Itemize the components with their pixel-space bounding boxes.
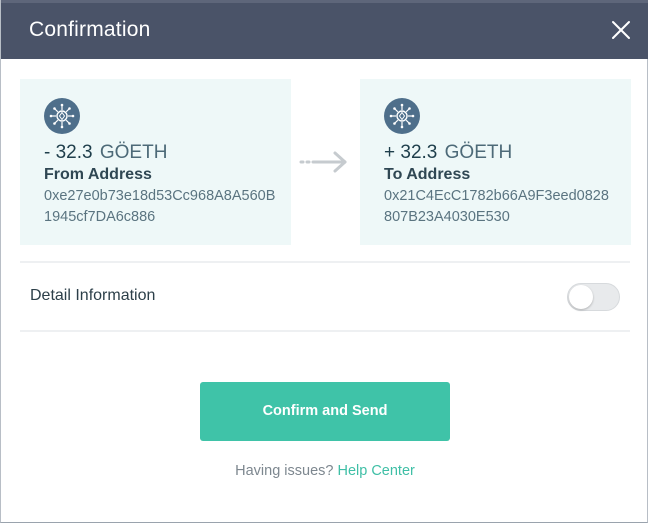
- from-amount-unit: GÖETH: [99, 142, 168, 163]
- arrow-right-icon: [299, 151, 347, 173]
- close-icon: [612, 21, 630, 39]
- help-line: Having issues? Help Center: [1, 462, 648, 480]
- close-button[interactable]: [607, 16, 635, 44]
- from-amount-value: - 32.3: [44, 142, 93, 163]
- from-amount: - 32.3 GÖETH: [44, 141, 167, 165]
- to-address-label: To Address: [384, 166, 471, 183]
- to-amount-value: + 32.3: [384, 142, 438, 163]
- to-amount-unit: GÖETH: [444, 142, 513, 163]
- modal-header: Confirmation: [1, 0, 648, 59]
- toggle-knob: [569, 285, 593, 309]
- confirmation-modal: Confirmation - 32.3 GÖETH From Address 0…: [0, 0, 648, 523]
- from-address-value: 0xe27e0b73e18d53Cc968A8A560B1945cf7DA6c8…: [44, 188, 276, 225]
- divider-bottom: [20, 330, 630, 332]
- ethereum-circle-icon: [44, 98, 80, 134]
- header-top-strip: [1, 0, 648, 3]
- from-address-label: From Address: [44, 166, 152, 183]
- detail-information-toggle[interactable]: [567, 283, 620, 311]
- help-center-link[interactable]: Help Center: [337, 463, 414, 479]
- modal-title: Confirmation: [29, 18, 151, 41]
- divider-top: [20, 261, 630, 263]
- help-prefix-text: Having issues?: [235, 463, 334, 479]
- confirm-and-send-button[interactable]: Confirm and Send: [200, 382, 450, 441]
- from-card: - 32.3 GÖETH From Address 0xe27e0b73e18d…: [20, 79, 291, 245]
- ethereum-circle-icon: [384, 98, 420, 134]
- detail-information-label: Detail Information: [30, 287, 156, 304]
- to-card: + 32.3 GÖETH To Address 0x21C4EcC1782b66…: [360, 79, 631, 245]
- to-address-value: 0x21C4EcC1782b66A9F3eed0828807B23A4030E5…: [384, 188, 609, 225]
- to-amount: + 32.3 GÖETH: [384, 141, 512, 165]
